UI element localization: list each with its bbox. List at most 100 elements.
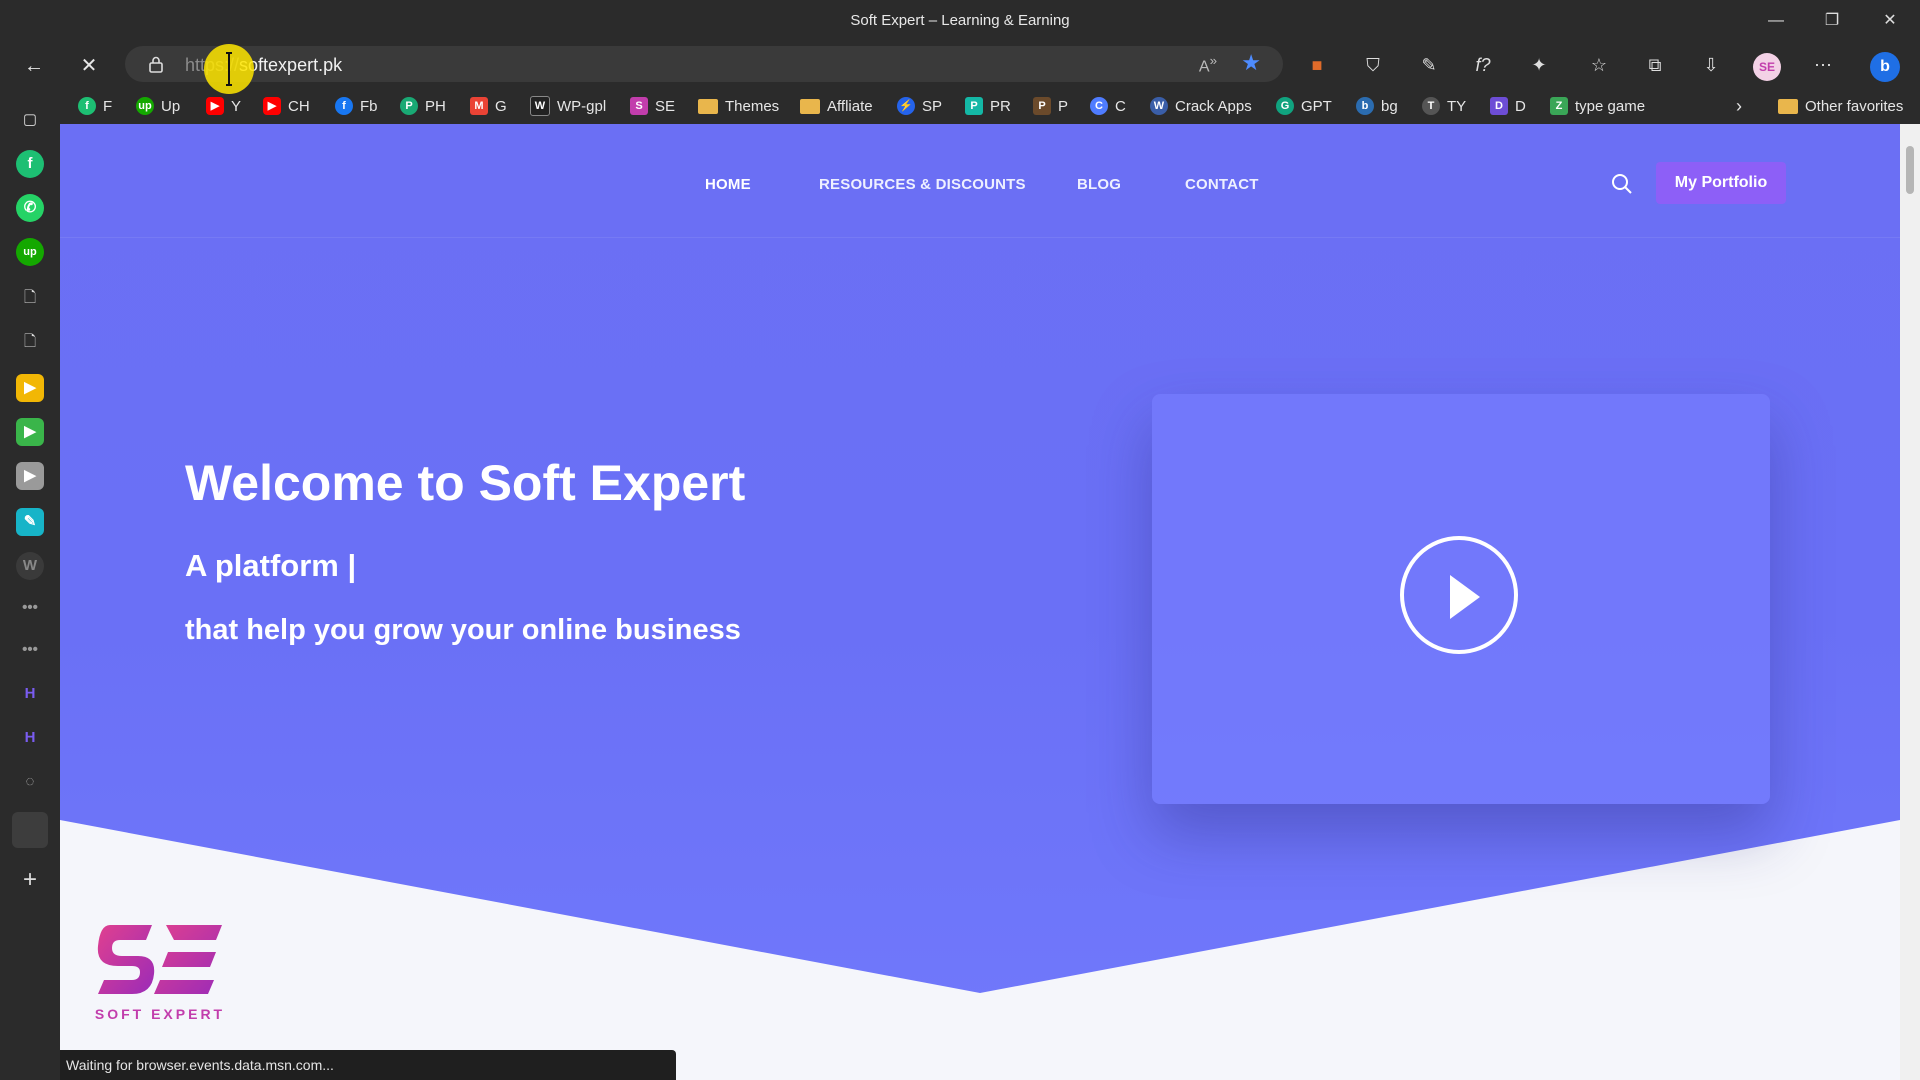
close-window-icon[interactable]: ✕ [1872,8,1908,34]
page-scrollbar[interactable] [1900,124,1920,1080]
bookmark-ty[interactable]: T TY [1422,95,1466,117]
nav-home[interactable]: HOME [705,176,751,193]
text-cursor-icon [226,52,232,86]
bookmark-se[interactable]: S SE [630,95,675,117]
bookmark-p[interactable]: PP [1033,95,1068,117]
app-icon[interactable]: ••• [16,594,44,622]
status-bar: Waiting for browser.events.data.msn.com.… [60,1050,676,1080]
fiverr-sidebar-icon[interactable]: f [16,150,44,178]
video-app-gray-icon[interactable]: ▶ [16,462,44,490]
play-button[interactable] [1400,536,1518,654]
video-card[interactable] [1152,394,1770,804]
hero-title: Welcome to Soft Expert [185,455,746,511]
bookmark-bg[interactable]: b bg [1356,95,1398,117]
more-menu-icon[interactable]: ⋯ [1806,48,1840,82]
document-icon[interactable]: 🗋 [16,328,44,356]
canva-icon: C [1090,97,1108,115]
bookmark-g[interactable]: MG [470,95,507,117]
bookmarks-bar: fF up Up ▶ Y ▶ CH f Fb P PH MG W WP-gpl S SE Th… [60,88,1920,125]
video-app-green-icon[interactable]: ▶ [16,418,44,446]
folder-icon [1778,98,1798,114]
pen-extension-icon[interactable]: ✎ [1412,48,1446,82]
navigation-bar: ← ✕ https://softexpert.pk A» ★ ■ ⛉ ✎ f? … [0,42,1920,88]
ho-app-icon[interactable]: H [16,724,44,752]
bg-icon: b [1356,97,1374,115]
loading-spinner-icon: ◌ [25,773,35,790]
downloads-icon[interactable]: ⇩ [1694,48,1728,82]
browser-sidebar: ▢ f ✆ up 🗋 🗋 ▶ ▶ ▶ ✎ W ••• ••• H H ◌ + [0,88,60,1080]
pr-icon: P [965,97,983,115]
bookmark-c[interactable]: CC [1090,95,1126,117]
profile-avatar[interactable]: SE [1750,48,1784,82]
bookmark-f[interactable]: fF [78,95,112,117]
sidebar-app-selected[interactable] [12,812,48,848]
document-icon[interactable]: 🗋 [16,284,44,312]
pen-app-icon[interactable]: ✎ [16,508,44,536]
wordpress-sidebar-icon[interactable]: W [16,552,44,580]
bookmark-fb[interactable]: f Fb [335,95,378,117]
favorite-star-icon[interactable]: ★ [1241,50,1261,76]
collections-icon[interactable]: ⧉ [1638,48,1672,82]
bookmark-ch[interactable]: ▶ CH [263,95,310,117]
bookmark-up[interactable]: up Up [136,95,180,117]
bookmark-d[interactable]: DD [1490,95,1526,117]
office-extension-icon[interactable]: ■ [1300,48,1334,82]
add-app-icon[interactable]: + [16,866,44,894]
chatgpt-icon: G [1276,97,1294,115]
wp-gpl-icon: W [530,96,550,116]
play-icon [1450,575,1480,619]
d-icon: D [1490,97,1508,115]
bookmark-folder-affliate[interactable]: Affliate [800,95,873,117]
upwork-sidebar-icon[interactable]: up [16,238,44,266]
minimize-icon[interactable]: — [1758,8,1794,34]
my-portfolio-button[interactable]: My Portfolio [1656,162,1786,204]
gmail-icon: M [470,97,488,115]
tab-actions-icon[interactable]: ▢ [16,106,44,134]
url-domain: softexpert.pk [239,55,343,75]
nav-blog[interactable]: BLOG [1077,176,1121,193]
shield-extension-icon[interactable]: ⛉ [1356,48,1390,82]
favorites-icon[interactable]: ☆ [1582,48,1616,82]
youtube-channel-icon: ▶ [263,97,281,115]
logo-text: SOFT EXPERT [94,1006,226,1022]
soft-expert-icon: S [630,97,648,115]
extensions-icon[interactable]: ✦ [1522,48,1556,82]
sp-icon: ⚡ [897,97,915,115]
bookmark-sp[interactable]: ⚡ SP [897,95,942,117]
hero-tagline: that help you grow your online business [185,614,741,646]
restore-icon[interactable]: ❐ [1814,8,1850,34]
type-game-icon: Z [1550,97,1568,115]
scrollbar-thumb[interactable] [1906,146,1914,194]
cursor-highlight [204,44,254,94]
font-finder-icon[interactable]: f? [1466,48,1500,82]
stop-loading-icon[interactable]: ✕ [73,50,105,82]
video-app-yellow-icon[interactable]: ▶ [16,374,44,402]
bookmarks-overflow-chevron-icon[interactable]: › [1736,95,1742,117]
back-icon[interactable]: ← [18,50,50,82]
bookmark-ph[interactable]: P PH [400,95,446,117]
menu-divider [60,237,1900,238]
bookmark-type-game[interactable]: Ztype game [1550,95,1645,117]
bing-copilot-icon[interactable]: b [1868,48,1902,82]
whatsapp-icon[interactable]: ✆ [16,194,44,222]
app-icon[interactable]: ••• [16,636,44,664]
hero-subtitle: A platform | [185,548,357,583]
bookmark-folder-themes[interactable]: Themes [698,95,779,117]
nav-resources-discounts[interactable]: RESOURCES & DISCOUNTS [819,176,1026,193]
bookmark-wp-gpl[interactable]: W WP-gpl [530,95,606,117]
bookmark-y[interactable]: ▶ Y [206,95,241,117]
window-title: Soft Expert – Learning & Earning [850,12,1070,29]
bookmark-gpt[interactable]: G GPT [1276,95,1332,117]
bookmark-crack-apps[interactable]: W Crack Apps [1150,95,1252,117]
upwork-icon: up [136,97,154,115]
other-favorites[interactable]: Other favorites [1778,95,1903,117]
web-page: HOME RESOURCES & DISCOUNTS BLOG CONTACT … [60,124,1900,1080]
address-bar[interactable]: https://softexpert.pk A» ★ [125,46,1283,82]
nav-contact[interactable]: CONTACT [1185,176,1259,193]
bookmark-pr[interactable]: P PR [965,95,1011,117]
title-bar: Soft Expert – Learning & Earning — ❐ ✕ [0,0,1920,42]
ty-icon: T [1422,97,1440,115]
ho-app-icon[interactable]: H [16,680,44,708]
read-aloud-icon[interactable]: A» [1199,53,1217,76]
search-icon[interactable] [1610,172,1634,196]
